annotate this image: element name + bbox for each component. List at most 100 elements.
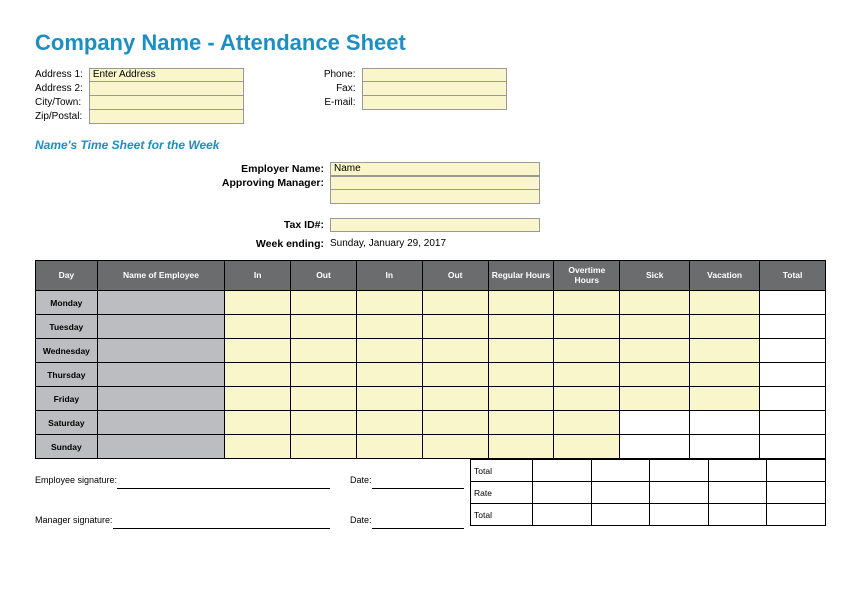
in2-cell[interactable]: [356, 315, 422, 339]
employer-name-field[interactable]: Name: [330, 162, 540, 176]
emp-date-line[interactable]: [372, 475, 464, 489]
in2-cell[interactable]: [356, 435, 422, 459]
approving-manager-field-1[interactable]: [330, 176, 540, 190]
sick-cell[interactable]: [620, 435, 690, 459]
out2-cell[interactable]: [422, 435, 488, 459]
vacation-cell[interactable]: [690, 435, 760, 459]
in1-cell[interactable]: [225, 435, 291, 459]
summary-cell[interactable]: [591, 482, 650, 504]
overtime-hours-cell[interactable]: [554, 339, 620, 363]
summary-cell[interactable]: [767, 504, 826, 526]
manager-signature-line[interactable]: [113, 515, 331, 529]
in1-cell[interactable]: [225, 363, 291, 387]
tax-id-field[interactable]: [330, 218, 540, 232]
summary-cell[interactable]: [533, 482, 592, 504]
summary-cell[interactable]: [650, 504, 709, 526]
regular-hours-cell[interactable]: [488, 363, 554, 387]
approving-manager-field-2[interactable]: [330, 190, 540, 204]
in2-cell[interactable]: [356, 291, 422, 315]
employee-name-cell[interactable]: [97, 339, 225, 363]
sick-cell[interactable]: [620, 291, 690, 315]
overtime-hours-cell[interactable]: [554, 387, 620, 411]
phone-field[interactable]: [362, 68, 507, 82]
in2-cell[interactable]: [356, 411, 422, 435]
out1-cell[interactable]: [291, 291, 357, 315]
overtime-hours-cell[interactable]: [554, 363, 620, 387]
summary-cell[interactable]: [591, 504, 650, 526]
summary-cell[interactable]: [650, 460, 709, 482]
summary-cell[interactable]: [708, 460, 767, 482]
city-field[interactable]: [89, 96, 244, 110]
employee-name-cell[interactable]: [97, 411, 225, 435]
regular-hours-cell[interactable]: [488, 387, 554, 411]
total-cell[interactable]: [760, 387, 826, 411]
in2-cell[interactable]: [356, 363, 422, 387]
total-cell[interactable]: [760, 339, 826, 363]
out2-cell[interactable]: [422, 363, 488, 387]
out1-cell[interactable]: [291, 315, 357, 339]
regular-hours-cell[interactable]: [488, 411, 554, 435]
in1-cell[interactable]: [225, 411, 291, 435]
in1-cell[interactable]: [225, 387, 291, 411]
out1-cell[interactable]: [291, 411, 357, 435]
vacation-cell[interactable]: [690, 411, 760, 435]
total-cell[interactable]: [760, 435, 826, 459]
in1-cell[interactable]: [225, 291, 291, 315]
vacation-cell[interactable]: [690, 363, 760, 387]
in1-cell[interactable]: [225, 315, 291, 339]
overtime-hours-cell[interactable]: [554, 291, 620, 315]
vacation-cell[interactable]: [690, 387, 760, 411]
sick-cell[interactable]: [620, 315, 690, 339]
address2-field[interactable]: [89, 82, 244, 96]
employee-signature-line[interactable]: [117, 475, 330, 489]
summary-cell[interactable]: [591, 460, 650, 482]
summary-cell[interactable]: [767, 460, 826, 482]
in2-cell[interactable]: [356, 339, 422, 363]
out2-cell[interactable]: [422, 291, 488, 315]
vacation-cell[interactable]: [690, 315, 760, 339]
out1-cell[interactable]: [291, 363, 357, 387]
summary-cell[interactable]: [533, 460, 592, 482]
sick-cell[interactable]: [620, 411, 690, 435]
total-cell[interactable]: [760, 315, 826, 339]
overtime-hours-cell[interactable]: [554, 435, 620, 459]
employee-name-cell[interactable]: [97, 291, 225, 315]
regular-hours-cell[interactable]: [488, 339, 554, 363]
email-field[interactable]: [362, 96, 507, 110]
regular-hours-cell[interactable]: [488, 291, 554, 315]
in2-cell[interactable]: [356, 387, 422, 411]
fax-field[interactable]: [362, 82, 507, 96]
out1-cell[interactable]: [291, 387, 357, 411]
address1-field[interactable]: Enter Address: [89, 68, 244, 82]
out1-cell[interactable]: [291, 435, 357, 459]
out2-cell[interactable]: [422, 339, 488, 363]
out2-cell[interactable]: [422, 315, 488, 339]
summary-cell[interactable]: [708, 504, 767, 526]
vacation-cell[interactable]: [690, 291, 760, 315]
total-cell[interactable]: [760, 411, 826, 435]
vacation-cell[interactable]: [690, 339, 760, 363]
sick-cell[interactable]: [620, 339, 690, 363]
in1-cell[interactable]: [225, 339, 291, 363]
employee-name-cell[interactable]: [97, 435, 225, 459]
employee-name-cell[interactable]: [97, 363, 225, 387]
total-cell[interactable]: [760, 291, 826, 315]
out1-cell[interactable]: [291, 339, 357, 363]
employee-name-cell[interactable]: [97, 387, 225, 411]
overtime-hours-cell[interactable]: [554, 411, 620, 435]
regular-hours-cell[interactable]: [488, 435, 554, 459]
overtime-hours-cell[interactable]: [554, 315, 620, 339]
summary-cell[interactable]: [767, 482, 826, 504]
regular-hours-cell[interactable]: [488, 315, 554, 339]
sick-cell[interactable]: [620, 387, 690, 411]
summary-cell[interactable]: [708, 482, 767, 504]
out2-cell[interactable]: [422, 387, 488, 411]
total-cell[interactable]: [760, 363, 826, 387]
zip-field[interactable]: [89, 110, 244, 124]
sick-cell[interactable]: [620, 363, 690, 387]
out2-cell[interactable]: [422, 411, 488, 435]
summary-cell[interactable]: [533, 504, 592, 526]
employee-name-cell[interactable]: [97, 315, 225, 339]
summary-cell[interactable]: [650, 482, 709, 504]
mgr-date-line[interactable]: [372, 515, 464, 529]
